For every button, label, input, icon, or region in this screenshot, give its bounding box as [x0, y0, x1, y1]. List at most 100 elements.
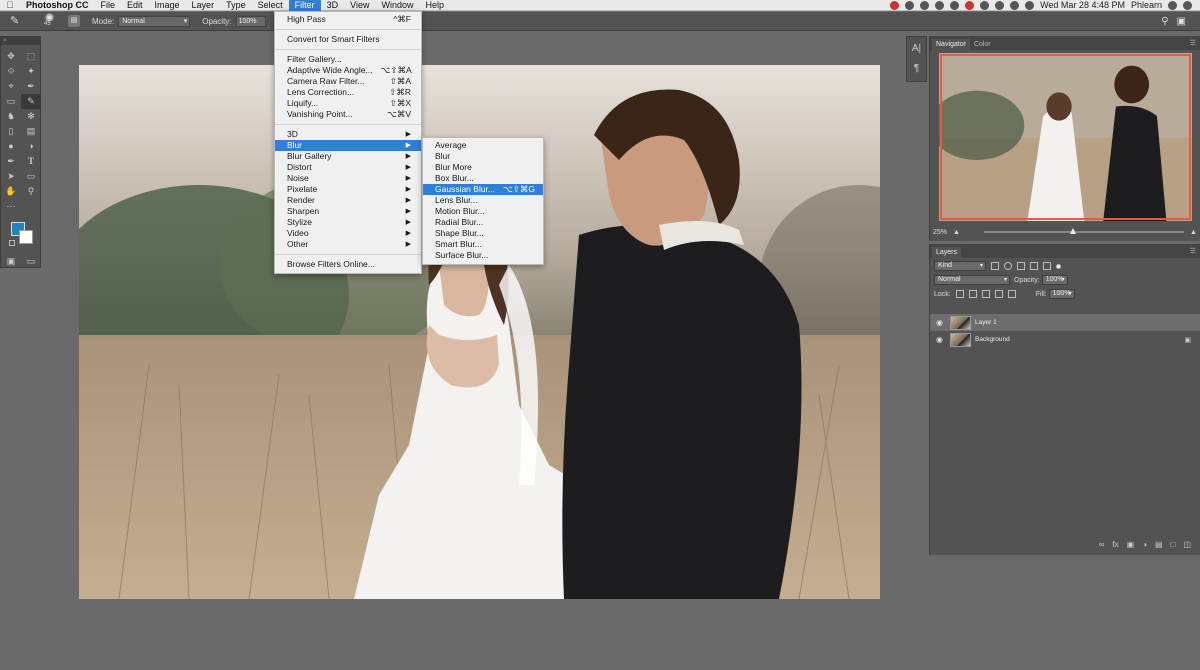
menu-item-distort[interactable]: Distort ▶ [275, 162, 421, 173]
more-tools-icon[interactable]: ⋯ [1, 199, 21, 214]
lock-pixels-icon[interactable] [968, 290, 977, 298]
brush-tool-icon[interactable]: ✎ [21, 94, 41, 109]
menu-type[interactable]: Type [220, 0, 252, 11]
menu-window[interactable]: Window [375, 0, 419, 11]
menu-item-box-blur[interactable]: Box Blur... [423, 173, 543, 184]
adjustment-layer-icon[interactable]: ◑ [1142, 540, 1147, 549]
panel-menu-icon[interactable]: ☰ [1190, 247, 1196, 255]
menu-select[interactable]: Select [252, 0, 289, 11]
menu-list-icon[interactable] [1183, 0, 1192, 10]
workspace-icon[interactable]: ▣ [1177, 16, 1186, 27]
clock-icon[interactable] [935, 0, 945, 10]
menu-item-blur-gallery[interactable]: Blur Gallery ▶ [275, 151, 421, 162]
menu-item-convert-smart-filters[interactable]: Convert for Smart Filters [275, 34, 421, 45]
status-icon[interactable] [965, 0, 975, 10]
hand-tool-icon[interactable]: ✋ [1, 184, 21, 199]
zoom-slider[interactable] [983, 228, 1184, 234]
menu-edit[interactable]: Edit [121, 0, 149, 11]
menu-layer[interactable]: Layer [186, 0, 221, 11]
move-tool-icon[interactable]: ✥ [1, 49, 21, 64]
tab-navigator[interactable]: Navigator [932, 39, 970, 50]
bluetooth-icon[interactable] [980, 0, 990, 10]
menu-file[interactable]: File [95, 0, 122, 11]
lock-position-icon[interactable] [981, 290, 990, 298]
brush-panel-toggle-icon[interactable]: ▤ [68, 15, 80, 27]
menu-item-lens-blur[interactable]: Lens Blur... [423, 195, 543, 206]
quick-select-tool-icon[interactable]: ✦ [21, 64, 41, 79]
menu-item-stylize[interactable]: Stylize ▶ [275, 217, 421, 228]
tab-color[interactable]: Color [970, 39, 995, 50]
search-icon[interactable]: ⚲ [1161, 16, 1168, 27]
zoom-value[interactable]: 25% [933, 229, 947, 236]
trash-icon[interactable]: ◫ [1183, 540, 1191, 549]
layer-name[interactable]: Layer 1 [975, 319, 997, 326]
menu-item-noise[interactable]: Noise ▶ [275, 173, 421, 184]
brush-preset-picker[interactable]: 45 [42, 13, 58, 29]
layer-row[interactable]: ◉ Background ▣ [930, 331, 1200, 348]
status-icon[interactable] [920, 0, 930, 10]
menu-item-motion-blur[interactable]: Motion Blur... [423, 206, 543, 217]
lock-artboard-icon[interactable] [994, 290, 1003, 298]
menu-item-video[interactable]: Video ▶ [275, 228, 421, 239]
menu-item-surface-blur[interactable]: Surface Blur... [423, 250, 543, 261]
brush-tool-icon[interactable]: ✎ [10, 14, 24, 28]
menu-item-3d[interactable]: 3D ▶ [275, 129, 421, 140]
menu-item-browse-filters-online[interactable]: Browse Filters Online... [275, 259, 421, 270]
menu-item-blur-basic[interactable]: Blur [423, 151, 543, 162]
crop-tool-icon[interactable]: ⌖ [1, 79, 21, 94]
marquee-tool-icon[interactable]: ⬚ [21, 49, 41, 64]
new-layer-icon[interactable]: □ [1171, 540, 1176, 549]
mode-select[interactable]: Normal [118, 15, 191, 27]
volume-icon[interactable] [1010, 0, 1020, 10]
add-mask-icon[interactable]: ▣ [1127, 540, 1135, 549]
eyedropper-tool-icon[interactable]: ✒ [21, 79, 41, 94]
tab-layers[interactable]: Layers [932, 247, 962, 258]
app-name-menu[interactable]: Photoshop CC [20, 0, 95, 11]
apple-icon[interactable]:  [0, 0, 20, 10]
blend-mode-select[interactable]: Normal [934, 275, 1010, 285]
status-icon[interactable] [950, 0, 960, 10]
tools-panel-header[interactable]: × [1, 37, 40, 45]
fill-input[interactable]: 100% [1048, 289, 1075, 299]
menu-item-vanishing-point[interactable]: Vanishing Point... ⌥⌘V [275, 109, 421, 120]
background-color-swatch[interactable] [19, 230, 33, 244]
search-icon[interactable] [1168, 0, 1177, 10]
gradient-tool-icon[interactable]: ▤ [21, 124, 41, 139]
wifi-icon[interactable] [995, 0, 1005, 10]
paragraph-panel-icon[interactable]: ¶ [907, 61, 926, 77]
default-colors-icon[interactable] [9, 240, 15, 246]
battery-icon[interactable] [1025, 0, 1035, 10]
group-folder-icon[interactable]: ▤ [1155, 540, 1163, 549]
zoom-in-icon[interactable]: ▲ [1190, 229, 1197, 236]
eraser-tool-icon[interactable]: ▯ [1, 124, 21, 139]
pen-tool-icon[interactable]: ✒ [1, 154, 21, 169]
lock-all-icon[interactable] [1007, 290, 1016, 298]
layer-row[interactable]: ◉ Layer 1 [930, 314, 1200, 331]
navigator-proxy-view[interactable] [940, 54, 1191, 220]
menu-item-radial-blur[interactable]: Radial Blur... [423, 217, 543, 228]
zoom-tool-icon[interactable]: ⚲ [21, 184, 41, 199]
menu-item-render[interactable]: Render ▶ [275, 195, 421, 206]
adjustment-filter-icon[interactable] [1004, 262, 1012, 270]
character-panel-icon[interactable]: A| [907, 41, 926, 57]
shape-filter-icon[interactable] [1030, 262, 1038, 270]
filter-toggle-icon[interactable] [1056, 263, 1061, 269]
dodge-tool-icon[interactable]: ◑ [21, 139, 41, 154]
stamp-tool-icon[interactable]: ♞ [1, 109, 21, 124]
user-name[interactable]: Phlearn [1131, 0, 1162, 10]
healing-tool-icon[interactable]: ▭ [1, 94, 21, 109]
lasso-tool-icon[interactable]: ⟐ [1, 64, 21, 79]
type-filter-icon[interactable] [1017, 262, 1025, 270]
menu-item-camera-raw-filter[interactable]: Camera Raw Filter... ⇧⌘A [275, 76, 421, 87]
shape-tool-icon[interactable]: ▭ [21, 169, 41, 184]
screen-mode-icon[interactable]: ▭ [21, 254, 41, 269]
quick-mask-icon[interactable]: ▣ [1, 254, 21, 269]
menu-filter[interactable]: Filter [288, 0, 321, 11]
zoom-out-icon[interactable]: ▲ [953, 229, 960, 236]
fx-icon[interactable]: fx [1112, 540, 1118, 549]
menu-item-adaptive-wide-angle[interactable]: Adaptive Wide Angle... ⌥⇧⌘A [275, 65, 421, 76]
status-icon[interactable] [890, 0, 900, 10]
datetime[interactable]: Wed Mar 28 4:48 PM [1040, 0, 1125, 10]
menu-item-blur[interactable]: Blur ▶ [275, 140, 421, 151]
layer-name[interactable]: Background [975, 336, 1010, 343]
